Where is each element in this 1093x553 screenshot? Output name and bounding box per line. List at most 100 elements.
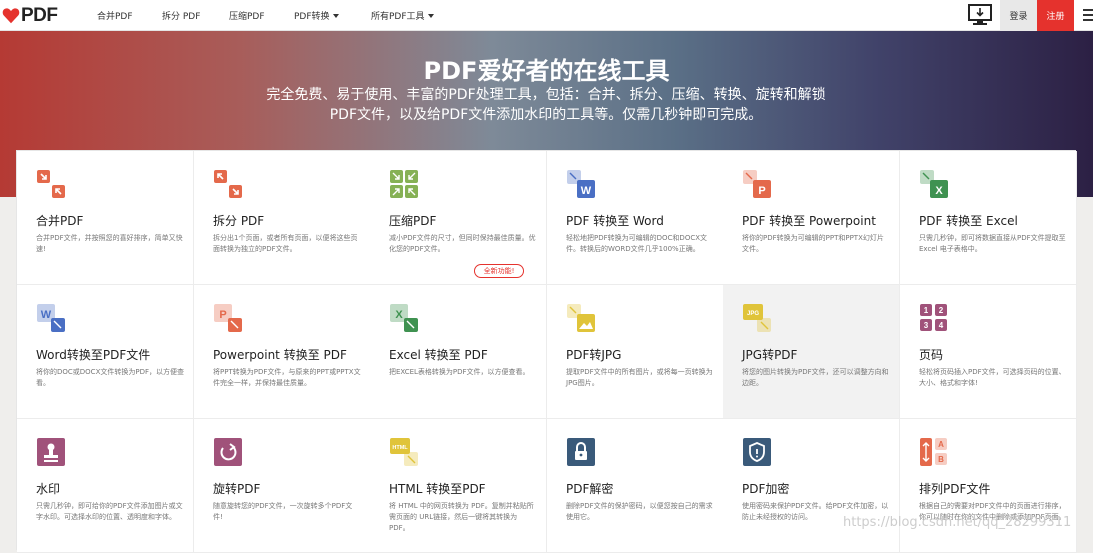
tool-description: 将 HTML 中的网页转换为 PDF。复制并粘贴所需页面的 URL链接，然后一键…	[389, 502, 534, 532]
tool-card-pdf-to-ppt[interactable]: P PDF 转换至 Powerpoint 将你的PDF转换为可编辑的PPT和PPTX…	[723, 151, 900, 285]
nav-split-label: 拆分 PDF	[162, 12, 201, 22]
tools-grid: 合并PDF 合并PDF文件，并按照您的喜好排序，简单又快速! 拆分 PDF 拆分出1个…	[16, 150, 1077, 553]
desktop-download-icon[interactable]	[967, 3, 993, 27]
tool-card-pdf-to-excel[interactable]: X PDF 转换至 Excel 只需几秒钟，即可将数据直接从PDF文件提取至Exce…	[900, 151, 1077, 285]
svg-text:P: P	[758, 185, 765, 197]
svg-text:X: X	[395, 309, 403, 321]
nav-all-tools-dropdown[interactable]: 所有PDF工具	[371, 0, 434, 31]
organize-icon: AB	[920, 438, 947, 466]
tool-title: 水印	[36, 482, 61, 496]
tool-card-protect[interactable]: PDF加密 使用密码来保护PDF文件。给PDF文件加密，以防止未经授权的访问。	[723, 419, 900, 553]
tool-description: 合并PDF文件，并按照您的喜好排序，简单又快速!	[36, 234, 183, 253]
svg-text:2: 2	[939, 306, 944, 315]
protect-icon	[743, 438, 771, 466]
svg-text:A: A	[938, 440, 944, 449]
tool-description: 轻松地把PDF转换为可编辑的DOC和DOCX文件。转换后的WORD文件几乎100…	[566, 234, 708, 253]
excel-to-pdf-icon: X	[390, 304, 418, 332]
tool-card-page-numbers[interactable]: 1 2 3 4 页码 轻松将页码插入PDF文件，可选择页码的位置、大小、格式和字体!	[900, 285, 1077, 419]
tool-card-watermark[interactable]: 水印只需几秒钟，即可给你的PDF文件添加图片或文字水印。可选择水印的位置、透明度…	[17, 419, 194, 553]
tool-card-merge[interactable]: 合并PDF 合并PDF文件，并按照您的喜好排序，简单又快速!	[17, 151, 194, 285]
split-icon	[214, 170, 242, 198]
nav-all-tools-label: 所有PDF工具	[371, 12, 425, 22]
top-navbar: PDF 合并PDF 拆分 PDF 压缩PDF PDF转换 所有PDF工具 登录 …	[0, 0, 1093, 31]
page-numbers-icon: 1 2 3 4	[920, 304, 947, 331]
tool-card-ppt-to-pdf[interactable]: P Powerpoint 转换至 PDF 将PPT转换为PDF文件，与原来的PPT或…	[194, 285, 371, 419]
tool-title: 压缩PDF	[389, 214, 437, 228]
tool-card-pdf-to-jpg[interactable]: PDF转JPG 提取PDF文件中的所有图片，或将每一页转换为JPG图片。	[547, 285, 724, 419]
chevron-down-icon	[427, 13, 434, 18]
svg-text:1: 1	[924, 306, 929, 315]
login-button[interactable]: 登录	[1000, 0, 1037, 31]
nav-compress-label: 压缩PDF	[229, 12, 265, 22]
jpg-to-pdf-icon: JPG	[743, 304, 771, 332]
hero-subtitle: 完全免费、易于使用、丰富的PDF处理工具，包括：合并、拆分、压缩、转换、旋转和解…	[266, 87, 826, 123]
tool-description: 将PPT转换为PDF文件，与原来的PPT或PPTX文件完全一样，并保持最佳质量。	[213, 368, 361, 387]
logo-text: PDF	[21, 4, 58, 26]
tool-title: PDF 转换至 Excel	[919, 214, 1018, 228]
tool-title: Word转换至PDF文件	[36, 348, 151, 362]
register-button[interactable]: 注册	[1037, 0, 1074, 31]
nav-convert-dropdown[interactable]: PDF转换	[294, 0, 339, 31]
tool-description: 将你的PDF转换为可编辑的PPT和PPTX幻灯片文件。	[742, 234, 884, 253]
new-feature-badge: 全新功能!	[474, 264, 524, 278]
tool-title: 拆分 PDF	[213, 214, 265, 228]
tool-card-word-to-pdf[interactable]: W Word转换至PDF文件将你的DOC或DOCX文件转换为PDF，以方便查看。	[17, 285, 194, 419]
nav-convert-label: PDF转换	[294, 12, 330, 22]
tool-title: 旋转PDF	[213, 482, 261, 496]
tool-description: 只需几秒钟，即可将数据直接从PDF文件提取至Excel 电子表格中。	[919, 234, 1066, 253]
svg-text:JPG: JPG	[747, 311, 759, 317]
word-to-pdf-icon: W	[37, 304, 65, 332]
svg-text:B: B	[938, 455, 944, 464]
pdf-to-excel-icon: X	[920, 170, 948, 198]
tool-card-rotate[interactable]: 旋转PDF 随意旋转您的PDF文件，一次旋转多个PDF文件!	[194, 419, 371, 553]
tool-card-pdf-to-word[interactable]: W PDF 转换至 Word 轻松地把PDF转换为可编辑的DOC和DOCX文件。转换…	[547, 151, 724, 285]
svg-text:4: 4	[939, 321, 944, 330]
rotate-icon	[214, 438, 242, 466]
tool-title: HTML 转换至PDF	[389, 482, 486, 496]
svg-text:3: 3	[924, 321, 929, 330]
tool-description: 将您的图片转换为PDF文件，还可以调整方向和边距。	[742, 368, 889, 387]
tool-title: JPG转PDF	[742, 348, 798, 362]
logo[interactable]: PDF	[2, 5, 58, 26]
heart-logo-icon	[2, 7, 20, 23]
ppt-to-pdf-icon: P	[214, 304, 242, 332]
tool-title: Excel 转换至 PDF	[389, 348, 488, 362]
tool-title: 页码	[919, 348, 944, 362]
csdn-watermark: https://blog.csdn.net/qq_28299311	[843, 515, 1072, 530]
tool-card-jpg-to-pdf[interactable]: JPG JPG转PDF 将您的图片转换为PDF文件，还可以调整方向和边距。	[723, 285, 900, 419]
nav-split[interactable]: 拆分 PDF	[162, 0, 200, 31]
watermark-icon	[37, 438, 65, 466]
tool-title: PDF转JPG	[566, 348, 622, 362]
nav-merge-label: 合并PDF	[97, 12, 133, 22]
tool-card-unlock[interactable]: PDF解密 删除PDF文件的保护密码，以便您按自己的需求使用它。	[547, 419, 724, 553]
chevron-down-icon	[332, 13, 339, 18]
tool-title: Powerpoint 转换至 PDF	[213, 348, 347, 362]
tool-title: PDF加密	[742, 482, 790, 496]
tool-title: PDF 转换至 Word	[566, 214, 664, 228]
tool-description: 只需几秒钟，即可给你的PDF文件添加图片或文字水印。可选择水印的位置、透明度和字…	[36, 502, 183, 521]
hero-title: PDF爱好者的在线工具	[423, 57, 670, 85]
tool-title: 合并PDF	[36, 214, 84, 228]
svg-text:W: W	[581, 185, 592, 197]
tool-title: 排列PDF文件	[919, 482, 991, 496]
pdf-to-word-icon: W	[567, 170, 595, 198]
nav-merge[interactable]: 合并PDF	[97, 0, 133, 31]
svg-text:P: P	[219, 309, 226, 321]
hamburger-menu-icon[interactable]	[1083, 9, 1093, 23]
tool-description: 将你的DOC或DOCX文件转换为PDF，以方便查看。	[36, 368, 185, 387]
tool-card-excel-to-pdf[interactable]: X Excel 转换至 PDF 把EXCEL表格转换为PDF文件，以方便查看。	[370, 285, 547, 419]
tool-card-html-to-pdf[interactable]: HTML HTML 转换至PDF 将 HTML 中的网页转换为 PDF。复制并粘贴所…	[370, 419, 547, 553]
tool-description: 提取PDF文件中的所有图片，或将每一页转换为JPG图片。	[566, 368, 713, 387]
pdf-to-ppt-icon: P	[743, 170, 771, 198]
svg-text:X: X	[935, 185, 943, 197]
unlock-icon	[567, 438, 595, 466]
compress-icon	[390, 170, 418, 198]
tool-description: 删除PDF文件的保护密码，以便您按自己的需求使用它。	[566, 502, 713, 521]
merge-icon	[37, 170, 65, 198]
tool-description: 减小PDF文件的尺寸，但同时保持最佳质量。优化您的PDF文件。	[389, 234, 536, 253]
tool-card-split[interactable]: 拆分 PDF 拆分出1个页面，或者所有页面，以便将这些页面转换为独立的PDF文件。	[194, 151, 371, 285]
tool-description: 随意旋转您的PDF文件，一次旋转多个PDF文件!	[213, 502, 353, 521]
svg-text:W: W	[41, 309, 52, 321]
nav-compress[interactable]: 压缩PDF	[229, 0, 265, 31]
tool-card-organize[interactable]: A B 排列PDF文件 根据自己的需要对PDF文件中的页面进行排序，你可以随时在你的文…	[900, 419, 1077, 553]
